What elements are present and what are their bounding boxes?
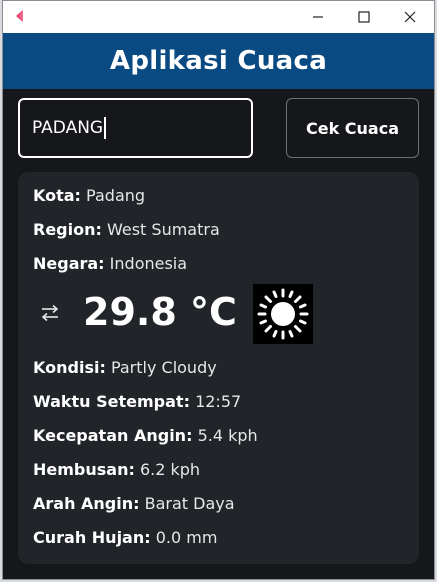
gust-row: Hembusan: 6.2 kph (33, 460, 200, 479)
weather-card: Kota: Padang Region: West Sumatra Negara… (18, 172, 419, 564)
temperature-row: 29.8 °C (33, 284, 413, 344)
text-caret (104, 117, 106, 139)
precipitation-value: 0.0 mm (155, 528, 218, 547)
maximize-icon (358, 11, 370, 23)
title-bar (3, 1, 434, 33)
wind-direction-row: Arah Angin: Barat Daya (33, 494, 235, 513)
country-value: Indonesia (109, 254, 188, 273)
maximize-button[interactable] (341, 1, 387, 33)
country-row: Negara: Indonesia (33, 254, 187, 273)
close-button[interactable] (387, 1, 433, 33)
swap-unit-icon[interactable] (39, 304, 61, 322)
wind-direction-label: Arah Angin: (33, 494, 140, 513)
close-icon (404, 11, 416, 23)
wind-speed-row: Kecepatan Angin: 5.4 kph (33, 426, 258, 445)
local-time-row: Waktu Setempat: 12:57 (33, 392, 241, 411)
condition-image (253, 284, 313, 344)
precipitation-label: Curah Hujan: (33, 528, 151, 547)
wind-speed-label: Kecepatan Angin: (33, 426, 193, 445)
wind-direction-value: Barat Daya (144, 494, 235, 513)
city-label: Kota: (33, 186, 81, 205)
app-window: Aplikasi Cuaca PADANG Cek Cuaca Kota: Pa… (2, 0, 435, 580)
city-search-input[interactable]: PADANG (18, 98, 253, 158)
region-label: Region: (33, 220, 102, 239)
app-logo-icon (16, 10, 23, 22)
country-label: Negara: (33, 254, 105, 273)
region-value: West Sumatra (106, 220, 220, 239)
condition-label: Kondisi: (33, 358, 106, 377)
condition-value: Partly Cloudy (110, 358, 217, 377)
page-title: Aplikasi Cuaca (109, 46, 328, 76)
city-input-value: PADANG (32, 118, 104, 138)
precipitation-row: Curah Hujan: 0.0 mm (33, 528, 217, 547)
minimize-icon (313, 16, 323, 18)
app-header: Aplikasi Cuaca (3, 33, 434, 89)
check-weather-button-label: Cek Cuaca (305, 118, 399, 138)
gust-label: Hembusan: (33, 460, 135, 479)
temperature-value: 29.8 °C (83, 290, 237, 334)
gust-value: 6.2 kph (139, 460, 201, 479)
minimize-button[interactable] (295, 1, 341, 33)
check-weather-button[interactable]: Cek Cuaca (286, 98, 419, 158)
condition-row: Kondisi: Partly Cloudy (33, 358, 217, 377)
city-row: Kota: Padang (33, 186, 145, 205)
local-time-label: Waktu Setempat: (33, 392, 190, 411)
sun-icon (257, 288, 309, 340)
city-value: Padang (86, 186, 146, 205)
local-time-value: 12:57 (195, 392, 242, 411)
region-row: Region: West Sumatra (33, 220, 220, 239)
wind-speed-value: 5.4 kph (197, 426, 258, 445)
